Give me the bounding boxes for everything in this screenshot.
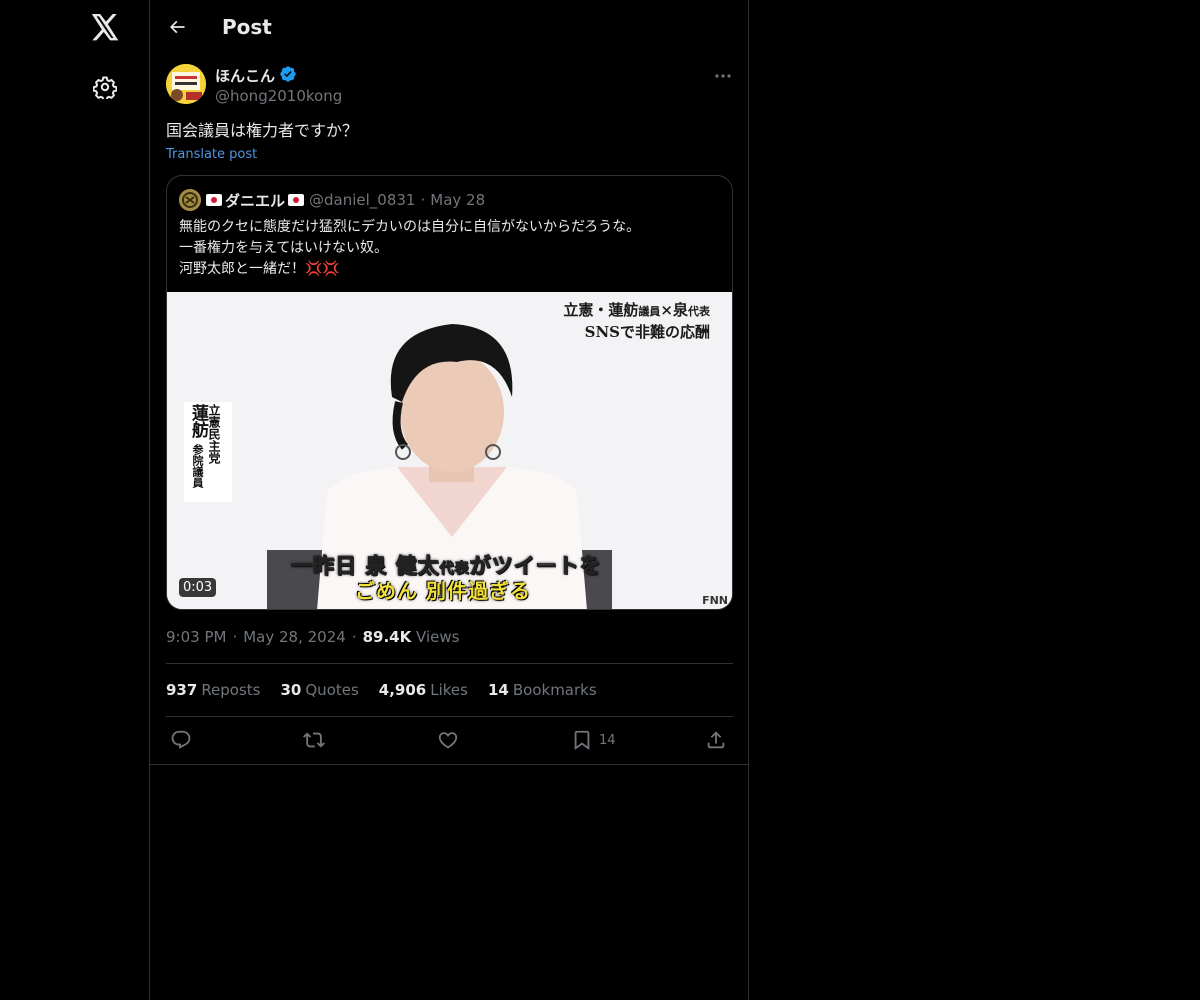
separator: · <box>232 628 238 646</box>
post-author: ほんこん @hong2010kong <box>166 64 734 106</box>
page-header: Post <box>150 0 748 53</box>
bookmark-count: 14 <box>599 732 616 748</box>
quoted-post-header: ダニエル @daniel_0831 · May 28 <box>179 189 485 211</box>
more-options-icon[interactable] <box>712 66 734 86</box>
caption-text: ×泉 <box>660 301 688 319</box>
author-display-name[interactable]: ほんこん <box>215 66 275 86</box>
post-text: 国会議員は権力者ですか？ <box>166 121 359 140</box>
divider <box>150 764 748 765</box>
post-stats: 937 Reposts 30 Quotes 4,906 Likes 14 Bookmar… <box>166 680 597 700</box>
name-plate-title: 参院議員 <box>191 444 204 488</box>
gear-icon[interactable] <box>89 71 121 103</box>
share-button[interactable] <box>705 727 727 753</box>
caption-text: 議員 <box>638 305 661 318</box>
post-meta: 9:03 PM · May 28, 2024 · 89.4K Views <box>166 627 459 647</box>
likes-stat[interactable]: 4,906 Likes <box>379 680 468 700</box>
separator: · <box>420 191 426 209</box>
views-label: Views <box>416 628 460 646</box>
side-navigation <box>0 0 150 1000</box>
video-duration: 0:03 <box>179 578 217 597</box>
caption-text: 立憲・蓮舫 <box>563 301 639 319</box>
views-count: 89.4K <box>362 628 412 646</box>
video-watermark: FNN <box>702 594 728 607</box>
post-detail-column: Post ほんこん @hong2010kong 国会議員は権力者ですか？ Tra… <box>149 0 749 1000</box>
author-handle[interactable]: @hong2010kong <box>215 86 342 106</box>
bookmark-icon <box>574 730 590 751</box>
reply-button[interactable] <box>170 727 192 753</box>
quoted-text-line: 河野太郎と一緒だ！💢💢 <box>179 259 719 280</box>
caption-text: 代表 <box>688 305 710 318</box>
japan-flag-icon <box>206 194 222 206</box>
video-caption-top: 立憲・蓮舫議員×泉代表 SNSで非難の応酬 <box>563 300 710 343</box>
post-actions: 14 <box>166 727 734 753</box>
reposts-stat[interactable]: 937 Reposts <box>166 680 261 700</box>
stat-label: Quotes <box>305 681 359 699</box>
video-subtitle: ごめん 別件過ぎる <box>355 579 531 603</box>
stat-label: Likes <box>430 681 468 699</box>
caption-text: SNSで非難の応酬 <box>584 323 710 341</box>
quoted-handle: @daniel_0831 <box>309 191 416 209</box>
quoted-text: 無能のクセに態度だけ猛烈にデカいのは自分に自信がないからだろうな。 一番権力を与… <box>179 217 719 280</box>
quoted-date: May 28 <box>430 191 486 209</box>
repost-icon <box>303 732 325 748</box>
quoted-display-name: ダニエル <box>225 191 286 210</box>
quoted-text-line: 一番権力を与えてはいけない奴。 <box>179 240 389 256</box>
quoted-author-name: ダニエル <box>206 190 305 211</box>
name-plate-person: 蓮舫 <box>188 404 208 438</box>
x-logo-icon[interactable] <box>89 11 121 43</box>
like-button[interactable] <box>437 727 459 753</box>
divider <box>166 663 733 664</box>
bookmarks-stat[interactable]: 14 Bookmarks <box>488 680 597 700</box>
quotes-stat[interactable]: 30 Quotes <box>281 680 359 700</box>
stat-count: 30 <box>280 681 302 699</box>
stat-label: Bookmarks <box>512 681 597 699</box>
avatar <box>179 189 201 211</box>
divider <box>166 716 733 717</box>
reply-icon <box>171 730 191 749</box>
stat-count: 937 <box>166 681 198 699</box>
bookmark-button[interactable]: 14 <box>571 727 616 753</box>
quoted-text-line-content: 河野太郎と一緒だ！ <box>179 261 305 277</box>
translate-post-link[interactable]: Translate post <box>166 146 257 164</box>
avatar[interactable] <box>166 64 206 104</box>
author-name-row: ほんこん <box>215 65 297 87</box>
verified-badge-icon <box>279 65 297 87</box>
share-icon <box>707 731 725 749</box>
japan-flag-icon <box>288 194 305 206</box>
post-date[interactable]: May 28, 2024 <box>243 627 346 647</box>
video-player[interactable]: 立憲・蓮舫議員×泉代表 SNSで非難の応酬 立憲民主党 蓮舫 参院議員 一昨日 … <box>167 292 732 609</box>
arrow-left-icon[interactable] <box>164 14 190 40</box>
video-name-plate: 立憲民主党 蓮舫 参院議員 <box>184 402 232 502</box>
anger-emoji: 💢💢 <box>305 261 340 277</box>
stat-count: 4,906 <box>378 681 427 699</box>
page-title: Post <box>222 15 272 39</box>
stat-count: 14 <box>487 681 509 699</box>
quoted-post[interactable]: ダニエル @daniel_0831 · May 28 無能のクセに態度だけ猛烈に… <box>166 175 733 610</box>
separator: · <box>351 628 357 646</box>
repost-button[interactable] <box>303 727 325 753</box>
heart-icon <box>438 732 458 749</box>
post-time[interactable]: 9:03 PM <box>166 627 226 647</box>
stat-label: Reposts <box>201 681 261 699</box>
quoted-text-line: 無能のクセに態度だけ猛烈にデカいのは自分に自信がないからだろうな。 <box>179 219 641 235</box>
